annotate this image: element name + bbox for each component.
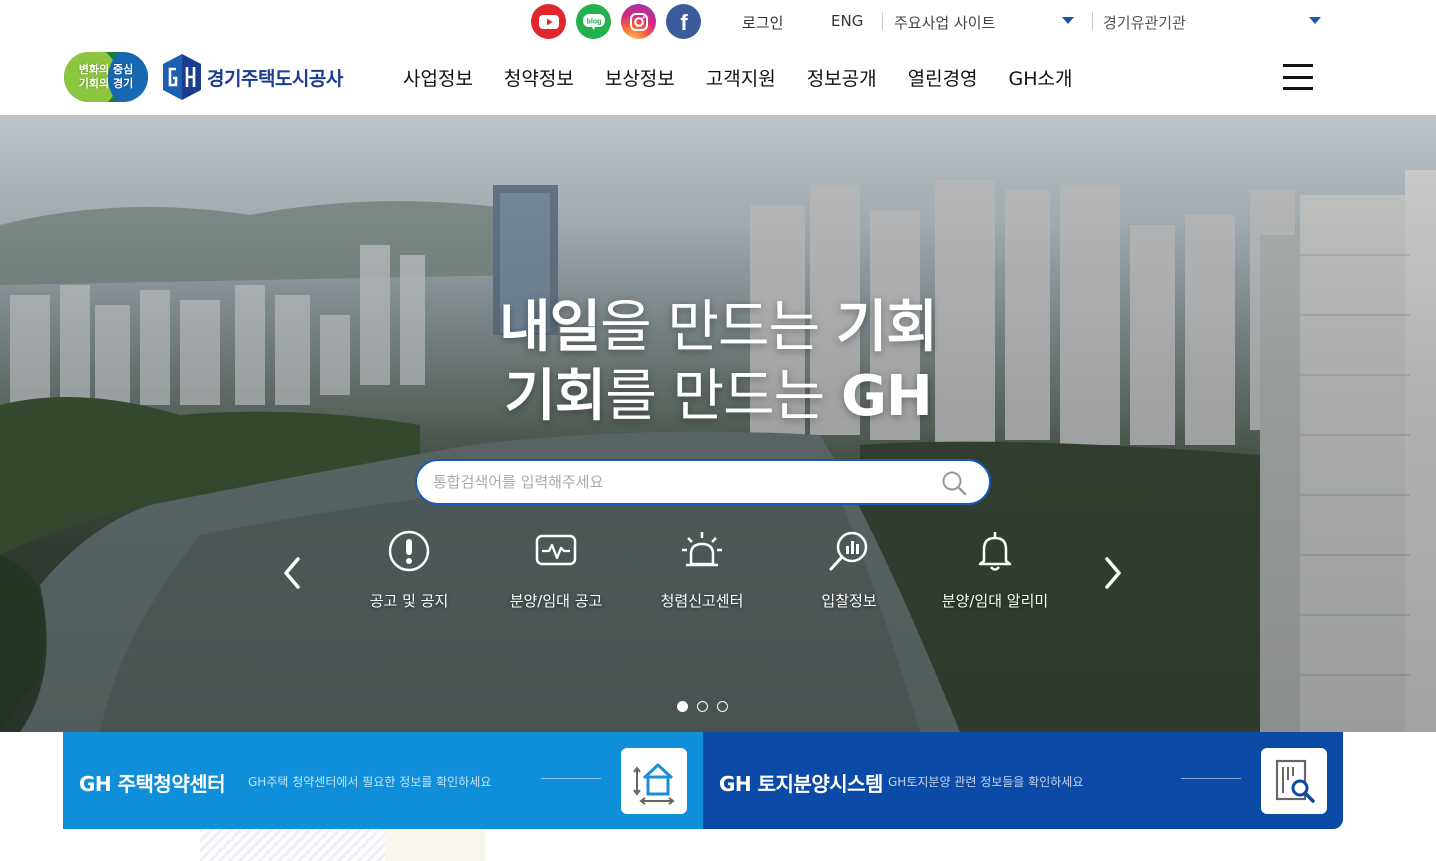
nav-about-gh[interactable]: GH소개	[1009, 64, 1073, 91]
page: blog f 로그인 ENG 주요사업 사이트 경기유관기관 변화의 중심 기회…	[0, 0, 1436, 861]
gh-logo[interactable]: 경기주택도시공사	[163, 54, 343, 100]
nav-information-disclosure[interactable]: 정보공개	[807, 64, 877, 91]
main-header: 변화의 중심 기회의 경기 경기주택도시공사 사업정보 청약정보 보상정보 고객…	[0, 42, 1436, 115]
nav-business-info[interactable]: 사업정보	[403, 64, 473, 91]
english-link[interactable]: ENG	[831, 12, 863, 30]
pulse-monitor-icon	[535, 534, 577, 566]
slogan-line-1: 변화의 중심	[78, 63, 134, 76]
quick-link-sale-rental-alert[interactable]: 분양/임대 알리미	[930, 528, 1060, 611]
utility-divider	[882, 12, 883, 30]
decorative-pattern	[385, 829, 485, 861]
slider-prev-arrow-icon[interactable]	[280, 553, 304, 593]
notice-alert-icon	[388, 530, 430, 572]
blog-icon[interactable]: blog	[576, 4, 611, 39]
quick-link-label: 입찰정보	[821, 592, 877, 610]
quick-link-bid-info[interactable]: 입찰정보	[784, 528, 914, 611]
blog-icon-label: blog	[586, 18, 601, 25]
service-banners: GH 주택청약센터 GH주택 청약센터에서 필요한 정보를 확인하세요 GH 토…	[63, 732, 1343, 829]
hero-visual: 내일을 만드는 기회 기회를 만드는 GH 공고 및 공지	[0, 115, 1436, 732]
slider-dot-3[interactable]	[717, 701, 728, 712]
bell-icon	[978, 532, 1012, 571]
house-icon	[621, 748, 687, 814]
quick-links: 공고 및 공지 분양/임대 공고 청렴신고센터 입찰정보 분양/임대 알리미	[340, 528, 1076, 618]
gh-logo-text: 경기주택도시공사	[207, 67, 343, 90]
headline-bold-text: 기회	[835, 295, 938, 360]
login-link[interactable]: 로그인	[742, 12, 783, 33]
quick-link-sale-rental-notice[interactable]: 분양/임대 공고	[491, 528, 621, 611]
nav-compensation-info[interactable]: 보상정보	[605, 64, 675, 91]
housing-subscription-center-banner[interactable]: GH 주택청약센터 GH주택 청약센터에서 필요한 정보를 확인하세요	[63, 732, 703, 829]
nav-open-management[interactable]: 열린경영	[908, 64, 978, 91]
hero-headline-line-2: 기회를 만드는 GH	[0, 364, 1436, 430]
headline-thin-text: 를 만드는	[605, 364, 841, 429]
siren-icon	[682, 532, 722, 567]
facebook-icon-label: f	[680, 11, 688, 33]
integrated-search-bar	[415, 459, 991, 505]
facebook-icon[interactable]: f	[666, 4, 701, 39]
gh-logo-mark-icon	[163, 54, 201, 100]
quick-link-notices[interactable]: 공고 및 공지	[344, 528, 474, 611]
main-nav: 사업정보 청약정보 보상정보 고객지원 정보공개 열린경영 GH소개	[403, 64, 1104, 91]
headline-thin-text: 을 만드는	[600, 295, 836, 360]
utility-bar: blog f 로그인 ENG 주요사업 사이트 경기유관기관	[0, 0, 1436, 42]
institutions-select[interactable]: 경기유관기관	[1103, 12, 1321, 33]
magnifier-chart-icon	[829, 531, 868, 571]
chevron-down-icon	[1062, 17, 1074, 24]
document-search-icon	[1261, 748, 1327, 814]
gyeonggi-slogan-logo: 변화의 중심 기회의 경기	[64, 52, 148, 102]
search-input[interactable]	[433, 473, 933, 491]
instagram-icon[interactable]	[621, 4, 656, 39]
banner-title: GH 토지분양시스템	[719, 772, 883, 796]
menu-hamburger-icon[interactable]	[1283, 64, 1313, 90]
headline-bold-text: 내일	[499, 295, 601, 360]
slogan-line-2: 기회의 경기	[78, 77, 134, 90]
slider-dot-1[interactable]	[677, 701, 688, 712]
banner-description: GH토지분양 관련 정보들을 확인하세요	[888, 775, 1084, 789]
nav-customer-support[interactable]: 고객지원	[706, 64, 776, 91]
utility-divider	[1092, 12, 1093, 30]
banner-title: GH 주택청약센터	[79, 772, 226, 796]
slider-next-arrow-icon[interactable]	[1101, 553, 1125, 593]
chevron-down-icon	[1309, 17, 1321, 24]
main-sites-select[interactable]: 주요사업 사이트	[894, 12, 1074, 33]
main-sites-label: 주요사업 사이트	[894, 14, 996, 32]
quick-link-integrity-report[interactable]: 청렴신고센터	[637, 528, 767, 611]
banner-divider	[541, 778, 601, 779]
quick-link-label: 공고 및 공지	[369, 592, 449, 610]
land-sale-system-banner[interactable]: GH 토지분양시스템 GH토지분양 관련 정보들을 확인하세요	[703, 732, 1343, 829]
banner-description: GH주택 청약센터에서 필요한 정보를 확인하세요	[248, 775, 492, 789]
nav-subscription-info[interactable]: 청약정보	[504, 64, 574, 91]
youtube-icon[interactable]	[531, 4, 566, 39]
quick-link-label: 분양/임대 공고	[509, 592, 603, 610]
slider-pagination	[677, 701, 728, 712]
headline-bold-text: GH	[840, 364, 933, 429]
sns-links: blog f	[531, 4, 701, 39]
banner-divider	[1181, 778, 1241, 779]
quick-link-label: 청렴신고센터	[660, 592, 744, 610]
quick-link-label: 분양/임대 알리미	[941, 592, 1049, 610]
search-icon[interactable]	[941, 470, 967, 496]
institutions-label: 경기유관기관	[1103, 14, 1186, 32]
slider-dot-2[interactable]	[697, 701, 708, 712]
hero-headline-line-1: 내일을 만드는 기회	[0, 295, 1436, 361]
headline-bold-text: 기회	[504, 364, 606, 429]
